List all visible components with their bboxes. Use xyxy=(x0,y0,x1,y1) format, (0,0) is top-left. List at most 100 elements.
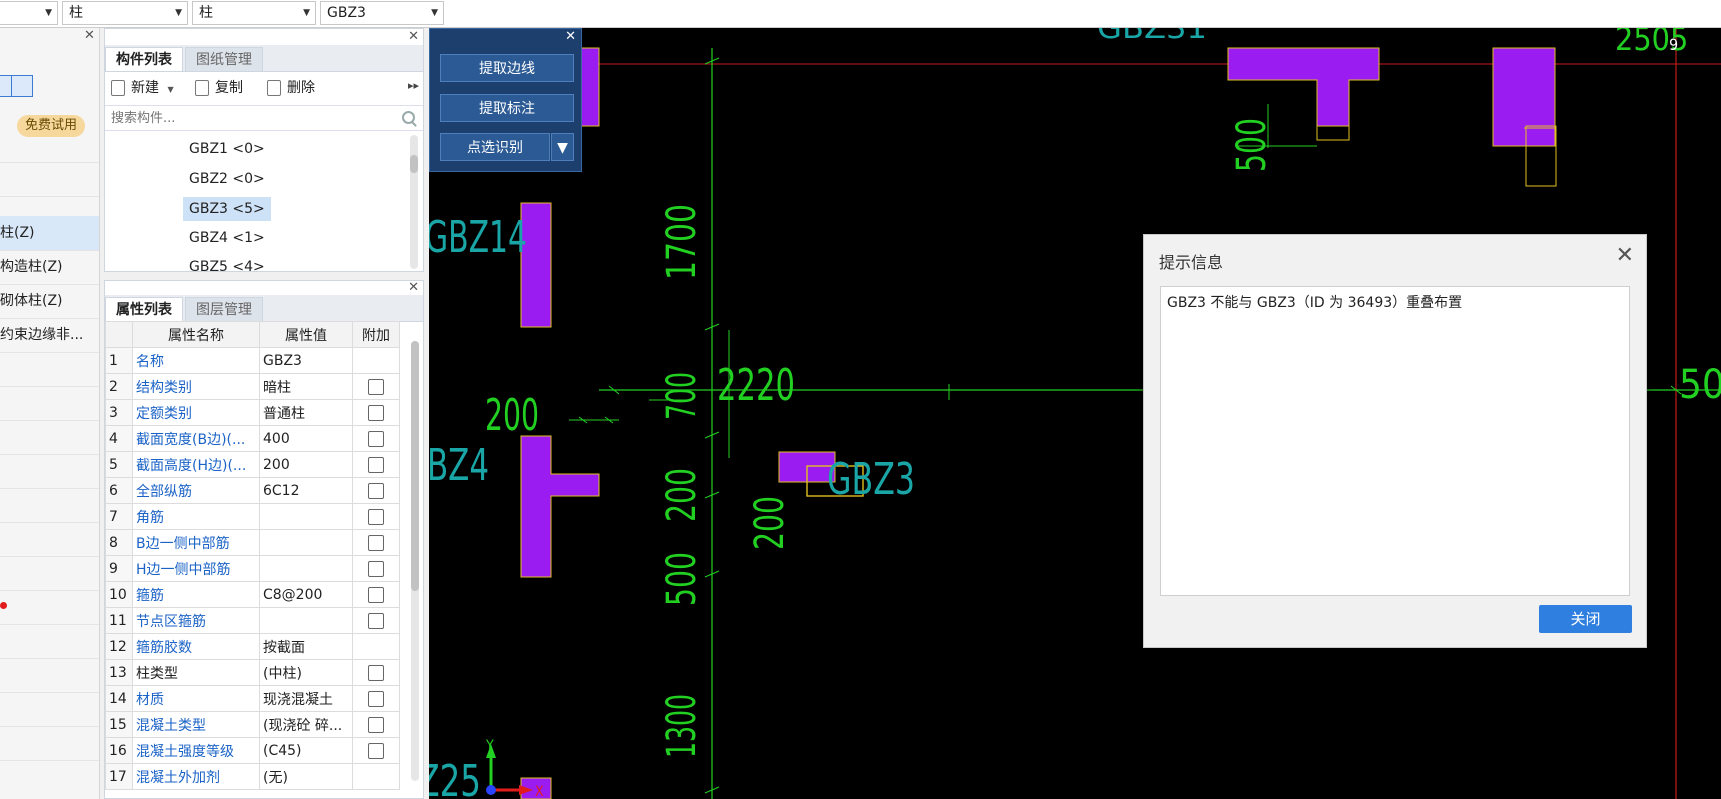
delete-button[interactable]: 删除 xyxy=(267,77,315,99)
extract-annotation-button[interactable]: 提取标注 xyxy=(440,94,574,122)
component-scrollbar[interactable] xyxy=(410,135,418,269)
nav-item-masonry-column[interactable]: 砌体柱(Z) xyxy=(0,284,99,319)
table-row[interactable]: 10 箍筋 C8@200 xyxy=(105,581,400,608)
category-combo[interactable]: 柱 ▼ xyxy=(192,1,316,25)
left-row-blank[interactable] xyxy=(0,590,99,625)
extra-checkbox[interactable] xyxy=(368,508,384,525)
nav-item-column[interactable]: 柱(Z) xyxy=(0,216,99,251)
extra-checkbox[interactable] xyxy=(368,430,384,447)
table-row[interactable]: 17 混凝土外加剂 (无) xyxy=(105,763,400,790)
close-icon[interactable]: ✕ xyxy=(408,29,419,44)
table-row[interactable]: 2 结构类别 暗柱 xyxy=(105,373,400,400)
property-value[interactable]: (中柱) xyxy=(259,659,353,686)
table-row[interactable]: 5 截面高度(H边)(... 200 xyxy=(105,451,400,478)
dialog-close-button[interactable]: 关闭 xyxy=(1539,605,1632,633)
close-icon[interactable]: ✕ xyxy=(408,281,419,295)
extra-checkbox[interactable] xyxy=(368,612,384,629)
property-value[interactable]: 6C12 xyxy=(259,477,353,504)
left-row-blank[interactable] xyxy=(0,162,99,197)
column-shape[interactable] xyxy=(1492,47,1556,147)
floor-combo[interactable]: 柱 ▼ xyxy=(62,1,188,25)
more-icon[interactable]: ▸▸ xyxy=(408,79,419,92)
search-input[interactable] xyxy=(109,106,393,130)
left-row-blank[interactable] xyxy=(0,420,99,455)
table-row[interactable]: 12 箍筋胶数 按截面 xyxy=(105,633,400,660)
copy-button[interactable]: 复制 xyxy=(195,77,243,99)
table-row[interactable]: 13 柱类型 (中柱) xyxy=(105,659,400,686)
column-shape-gbz4[interactable] xyxy=(520,435,600,578)
left-row-blank[interactable] xyxy=(0,556,99,591)
table-row[interactable]: 8 B边一侧中部筋 xyxy=(105,529,400,556)
search-icon[interactable] xyxy=(402,111,415,124)
close-icon[interactable]: ✕ xyxy=(1616,243,1634,268)
tab-layer-management[interactable]: 图层管理 xyxy=(185,297,263,321)
extra-checkbox[interactable] xyxy=(368,482,384,499)
left-row-blank[interactable] xyxy=(0,352,99,387)
close-icon[interactable]: ✕ xyxy=(565,29,576,44)
left-row-blank[interactable] xyxy=(0,658,99,693)
extra-checkbox[interactable] xyxy=(368,378,384,395)
table-row[interactable]: 6 全部纵筋 6C12 xyxy=(105,477,400,504)
property-value[interactable] xyxy=(259,529,353,556)
property-value[interactable] xyxy=(259,555,353,582)
extra-checkbox[interactable] xyxy=(368,586,384,603)
extra-checkbox[interactable] xyxy=(368,742,384,759)
property-value[interactable]: 400 xyxy=(259,425,353,452)
property-value[interactable]: (C45) xyxy=(259,737,353,764)
property-value[interactable]: 现浇混凝土 xyxy=(259,685,353,712)
nav-item-constraint-edge[interactable]: 约束边缘非... xyxy=(0,318,99,353)
table-row[interactable]: 9 H边一侧中部筋 xyxy=(105,555,400,582)
property-value[interactable]: 普通柱 xyxy=(259,399,353,426)
extra-checkbox[interactable] xyxy=(368,456,384,473)
property-value[interactable]: (现浇砼 碎... xyxy=(259,711,353,738)
nav-item-construct-column[interactable]: 构造柱(Z) xyxy=(0,250,99,285)
table-row[interactable]: 11 节点区箍筋 xyxy=(105,607,400,634)
left-row-blank[interactable] xyxy=(0,454,99,489)
property-value[interactable] xyxy=(259,607,353,634)
tab-drawing-management[interactable]: 图纸管理 xyxy=(185,47,263,71)
left-row-blank[interactable] xyxy=(0,692,99,727)
property-value[interactable]: 按截面 xyxy=(259,633,353,660)
table-row[interactable]: 15 混凝土类型 (现浇砼 碎... xyxy=(105,711,400,738)
point-select-recognize-button[interactable]: 点选识别 xyxy=(440,133,550,161)
left-row-blank[interactable] xyxy=(0,624,99,659)
property-value[interactable]: 200 xyxy=(259,451,353,478)
list-item[interactable]: GBZ4 <1> xyxy=(183,226,271,250)
extra-checkbox[interactable] xyxy=(368,404,384,421)
extract-edge-button[interactable]: 提取边线 xyxy=(440,54,574,82)
list-item[interactable]: GBZ5 <4> xyxy=(183,255,271,271)
table-row[interactable]: 7 角筋 xyxy=(105,503,400,530)
new-button[interactable]: 新建 ▼ xyxy=(111,77,174,99)
filter-combo-1[interactable]: ▼ xyxy=(0,1,58,25)
extra-checkbox[interactable] xyxy=(368,690,384,707)
extra-checkbox[interactable] xyxy=(368,534,384,551)
property-value[interactable] xyxy=(259,503,353,530)
property-value[interactable]: 暗柱 xyxy=(259,373,353,400)
column-shape[interactable] xyxy=(1227,47,1380,127)
property-value[interactable]: (无) xyxy=(259,763,353,790)
table-row[interactable]: 16 混凝土强度等级 (C45) xyxy=(105,737,400,764)
component-combo[interactable]: GBZ3 ▼ xyxy=(320,1,444,25)
tab-component-list[interactable]: 构件列表 xyxy=(105,47,183,71)
left-row-blank[interactable] xyxy=(0,386,99,421)
close-icon[interactable]: ✕ xyxy=(84,28,95,43)
extra-checkbox[interactable] xyxy=(368,664,384,681)
property-value[interactable]: GBZ3 xyxy=(259,347,353,374)
tab-property-list[interactable]: 属性列表 xyxy=(105,297,183,321)
table-row[interactable]: 4 截面宽度(B边)(... 400 xyxy=(105,425,400,452)
extra-checkbox[interactable] xyxy=(368,560,384,577)
extra-checkbox[interactable] xyxy=(368,716,384,733)
left-row-blank[interactable] xyxy=(0,522,99,557)
table-row[interactable]: 1 名称 GBZ3 xyxy=(105,347,400,374)
list-item[interactable]: GBZ2 <0> xyxy=(183,167,271,191)
left-row-blank[interactable] xyxy=(0,726,99,761)
scrollbar-thumb[interactable] xyxy=(411,341,419,591)
scrollbar-thumb[interactable] xyxy=(410,155,418,173)
table-row[interactable]: 3 定额类别 普通柱 xyxy=(105,399,400,426)
list-item[interactable]: GBZ1 <0> xyxy=(183,137,271,161)
recognize-dropdown[interactable]: ▼ xyxy=(551,133,574,161)
property-scrollbar[interactable] xyxy=(411,341,419,781)
chevron-down-icon[interactable]: ▼ xyxy=(167,85,173,94)
property-value[interactable]: C8@200 xyxy=(259,581,353,608)
table-row[interactable]: 14 材质 现浇混凝土 xyxy=(105,685,400,712)
